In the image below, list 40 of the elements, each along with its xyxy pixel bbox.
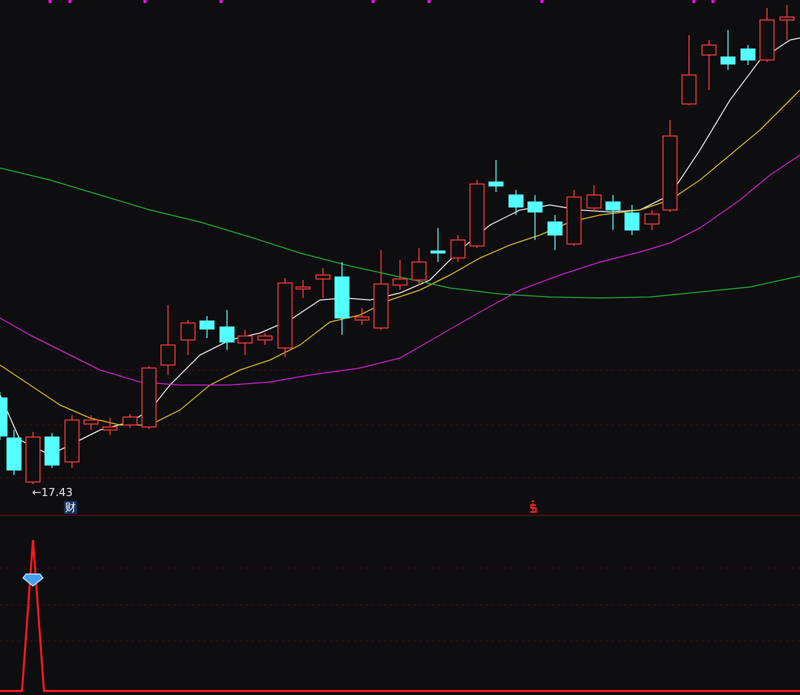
- rising-candlestick: [102, 418, 118, 436]
- rising-candlestick: [26, 432, 40, 484]
- falling-candlestick: [220, 310, 234, 350]
- news-tag: 财: [64, 501, 77, 514]
- rising-candlestick: [238, 330, 252, 356]
- low-price-label: ←17.43: [32, 486, 73, 500]
- rising-candlestick: [450, 234, 466, 262]
- rising-candlestick: [644, 210, 660, 230]
- falling-candlestick: [720, 30, 736, 70]
- falling-candlestick: [200, 316, 214, 338]
- rising-candlestick: [142, 366, 156, 430]
- rising-candlestick: [84, 414, 98, 430]
- rising-candlestick: [682, 34, 696, 106]
- rising-candlestick: [122, 414, 138, 428]
- falling-candlestick: [740, 44, 756, 66]
- rising-candlestick: [470, 180, 484, 248]
- rising-candlestick: [64, 414, 80, 468]
- rising-candlestick: [258, 332, 272, 346]
- rising-candlestick: [160, 304, 176, 376]
- rising-candlestick: [392, 260, 408, 290]
- falling-candlestick: [606, 194, 620, 230]
- falling-candlestick: [44, 432, 60, 468]
- rising-candlestick: [566, 190, 582, 246]
- dollar-signal-icon: [530, 500, 537, 514]
- falling-candlestick: [548, 214, 562, 250]
- rising-candlestick: [702, 40, 716, 90]
- rising-candlestick: [180, 320, 196, 356]
- falling-candlestick: [624, 204, 640, 236]
- rising-candlestick: [412, 248, 426, 286]
- rising-candlestick: [760, 8, 774, 62]
- rising-candlestick: [316, 268, 330, 298]
- falling-candlestick: [508, 190, 524, 216]
- rising-candlestick: [586, 184, 602, 212]
- falling-candlestick: [528, 194, 542, 240]
- falling-candlestick: [488, 160, 504, 192]
- rising-candlestick: [780, 4, 794, 40]
- falling-candlestick: [430, 228, 446, 262]
- diamond-icon: [22, 574, 44, 587]
- rising-candlestick: [354, 308, 370, 326]
- rising-candlestick: [296, 280, 310, 298]
